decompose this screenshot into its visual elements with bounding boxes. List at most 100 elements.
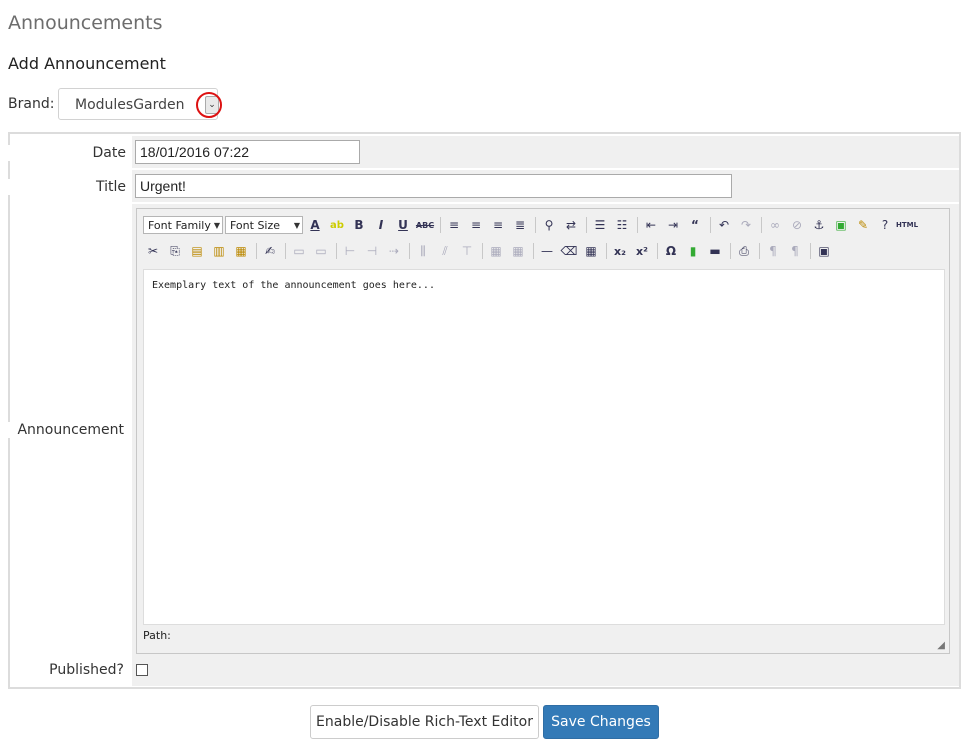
text-color-icon[interactable]: A (305, 215, 325, 235)
insert-row-icon[interactable]: ⇢ (384, 241, 404, 261)
font-size-select[interactable]: Font Size ▼ (225, 216, 303, 234)
brand-select[interactable]: ModulesGarden ⌄ (58, 88, 219, 120)
redo-icon[interactable]: ↷ (736, 215, 756, 235)
media-icon[interactable]: ▮ (683, 241, 703, 261)
split-icon[interactable]: ⊢ (340, 241, 360, 261)
unlink-icon[interactable]: ⊘ (787, 215, 807, 235)
justify-icon[interactable]: ≣ (510, 215, 530, 235)
published-checkbox[interactable] (136, 664, 148, 676)
highlight-circle (196, 92, 222, 118)
table-row-icon[interactable]: ▭ (289, 241, 309, 261)
underline-icon[interactable]: U (393, 215, 413, 235)
copy-icon[interactable]: ⎘ (165, 241, 185, 261)
visual-aid-icon[interactable]: ▦ (581, 241, 601, 261)
section-title: Add Announcement (8, 54, 166, 73)
anchor-icon[interactable]: ⚓ (809, 215, 829, 235)
ltr-icon[interactable]: ¶ (763, 241, 783, 261)
font-size-label: Font Size (230, 218, 281, 232)
page-title: Announcements (8, 12, 163, 34)
edit-icon[interactable]: ✍ (260, 241, 280, 261)
subscript-icon[interactable]: x₂ (610, 241, 630, 261)
paste-word-icon[interactable]: ▦ (231, 241, 251, 261)
insert-col-icon[interactable]: ⫼ (413, 241, 433, 261)
toolbar-separator (586, 217, 587, 233)
toolbar-separator (759, 243, 760, 259)
brand-selected-value: ModulesGarden (75, 97, 185, 113)
toolbar-separator (440, 217, 441, 233)
table-row-props-icon[interactable]: ▦ (486, 241, 506, 261)
toolbar-separator (409, 243, 410, 259)
toolbar-separator (533, 243, 534, 259)
editor-content-text: Exemplary text of the announcement goes … (152, 280, 435, 291)
toggle-rich-text-editor-button[interactable]: Enable/Disable Rich-Text Editor (310, 705, 539, 739)
strikethrough-icon[interactable]: ABC (415, 215, 435, 235)
toolbar-separator (637, 217, 638, 233)
editor-toolbar-row-2: ✂ ⎘ ▤ ▥ ▦ ✍ ▭ ▭ ⊢ ⊣ ⇢ ⫼ ⫽ ⊤ ▦ ▦ — ⌫ ▦ x₂… (143, 240, 836, 262)
toolbar-separator (256, 243, 257, 259)
fullscreen-icon[interactable]: ▣ (814, 241, 834, 261)
published-label: Published? (49, 662, 124, 678)
rich-text-editor: Font Family ▼ Font Size ▼ A ab B I U ABC ≡… (136, 208, 950, 654)
image-icon[interactable]: ▣ (831, 215, 851, 235)
paste-text-icon[interactable]: ▥ (209, 241, 229, 261)
toolbar-separator (730, 243, 731, 259)
find-icon[interactable]: ⚲ (539, 215, 559, 235)
cleanup-icon[interactable]: ✎ (853, 215, 873, 235)
toolbar-separator (710, 217, 711, 233)
editor-content-area[interactable]: Exemplary text of the announcement goes … (143, 269, 945, 625)
resize-grip-icon[interactable]: ◢ (937, 640, 945, 651)
table-props-icon[interactable]: ⊤ (457, 241, 477, 261)
date-label: Date (4, 145, 126, 161)
toolbar-separator (336, 243, 337, 259)
toolbar-separator (810, 243, 811, 259)
announcement-label: Announcement (2, 422, 124, 438)
bold-icon[interactable]: B (349, 215, 369, 235)
help-icon[interactable]: ? (875, 215, 895, 235)
indent-icon[interactable]: ⇥ (663, 215, 683, 235)
link-icon[interactable]: ∞ (765, 215, 785, 235)
italic-icon[interactable]: I (371, 215, 391, 235)
align-left-icon[interactable]: ≡ (444, 215, 464, 235)
toolbar-separator (535, 217, 536, 233)
chevron-down-icon: ▼ (213, 220, 220, 230)
paste-icon[interactable]: ▤ (187, 241, 207, 261)
toolbar-separator (285, 243, 286, 259)
font-family-label: Font Family (148, 218, 211, 232)
brand-label: Brand: (8, 96, 55, 112)
superscript-icon[interactable]: x² (632, 241, 652, 261)
merge-icon[interactable]: ⊣ (362, 241, 382, 261)
undo-icon[interactable]: ↶ (714, 215, 734, 235)
editor-toolbar-row-1: Font Family ▼ Font Size ▼ A ab B I U ABC ≡… (143, 214, 919, 236)
table-cell-icon[interactable]: ▭ (311, 241, 331, 261)
align-center-icon[interactable]: ≡ (466, 215, 486, 235)
hr-icon[interactable]: — (537, 241, 557, 261)
table-col-props-icon[interactable]: ▦ (508, 241, 528, 261)
editor-path-bar: Path: (143, 629, 171, 642)
replace-icon[interactable]: ⇄ (561, 215, 581, 235)
toolbar-separator (657, 243, 658, 259)
html-icon[interactable]: HTML (896, 215, 918, 235)
title-input[interactable] (135, 174, 732, 198)
toolbar-separator (606, 243, 607, 259)
bullet-list-icon[interactable]: ☰ (590, 215, 610, 235)
remove-format-icon[interactable]: ⌫ (559, 241, 579, 261)
published-cell (132, 658, 959, 686)
font-family-select[interactable]: Font Family ▼ (143, 216, 223, 234)
rtl-icon[interactable]: ¶ (785, 241, 805, 261)
save-changes-button[interactable]: Save Changes (543, 705, 659, 739)
cut-icon[interactable]: ✂ (143, 241, 163, 261)
chevron-down-icon: ▼ (293, 220, 300, 230)
date-input[interactable] (135, 140, 360, 164)
outdent-icon[interactable]: ⇤ (641, 215, 661, 235)
highlight-icon[interactable]: ab (327, 215, 347, 235)
line-icon[interactable]: ▬ (705, 241, 725, 261)
print-icon[interactable]: ⎙ (734, 241, 754, 261)
special-char-icon[interactable]: Ω (661, 241, 681, 261)
delete-col-icon[interactable]: ⫽ (435, 241, 455, 261)
toolbar-separator (482, 243, 483, 259)
blockquote-icon[interactable]: “ (685, 215, 705, 235)
title-label: Title (4, 179, 126, 195)
toolbar-separator (761, 217, 762, 233)
numbered-list-icon[interactable]: ☷ (612, 215, 632, 235)
align-right-icon[interactable]: ≡ (488, 215, 508, 235)
